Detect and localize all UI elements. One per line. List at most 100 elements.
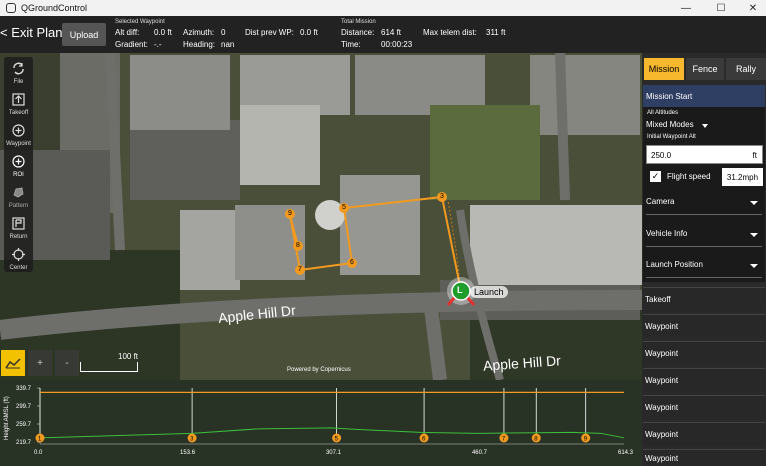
heading-label: Heading: [183, 40, 216, 49]
tab-fence[interactable]: Fence [686, 58, 724, 80]
app-icon [6, 3, 16, 13]
list-item[interactable]: Waypoint [643, 314, 765, 338]
gradient-value: -.- [154, 40, 162, 49]
section-launch-position-label: Launch Position [646, 260, 703, 269]
window-title: QGroundControl [21, 3, 88, 13]
zoom-in-button[interactable]: + [28, 350, 52, 376]
tool-return-label: Return [9, 234, 28, 240]
heading-value: nan [221, 40, 235, 49]
selected-waypoint-title: Selected Waypoint [115, 19, 165, 25]
all-altitudes-label: All Altitudes [647, 110, 679, 116]
sync-icon [13, 62, 24, 75]
scale-bar [80, 362, 138, 372]
section-vehicle-info-label: Vehicle Info [646, 229, 688, 238]
waypoint-marker-6[interactable]: 6 [347, 258, 357, 268]
tab-rally[interactable]: Rally [726, 58, 766, 80]
crosshair-icon [12, 248, 25, 261]
altitude-chart: Height AMSL (ft) 339.7 299.7 259.7 219.70.0 1… [4, 386, 634, 456]
altitude-mode-dropdown[interactable]: Mixed Modes [646, 120, 716, 132]
list-item[interactable]: Waypoint [643, 422, 765, 446]
tool-waypoint-label: Waypoint [6, 141, 31, 147]
tab-mission[interactable]: Mission [644, 58, 684, 80]
takeoff-icon [12, 93, 25, 106]
time-label: Time: [341, 40, 361, 49]
checkmark-icon: ✓ [651, 171, 660, 181]
list-item[interactable]: Waypoint [643, 395, 765, 419]
chevron-down-icon [702, 124, 708, 128]
dist-prev-value: 0.0 ft [300, 28, 318, 37]
initial-wp-alt-label: Initial Waypoint Alt [647, 134, 696, 140]
close-button[interactable]: ✕ [738, 0, 766, 16]
return-icon [12, 217, 25, 230]
list-item[interactable]: Waypoint [643, 449, 765, 466]
tool-return[interactable]: Return [4, 214, 33, 244]
altitude-chart-toggle[interactable] [1, 350, 25, 376]
alt-diff-label: Alt diff: [115, 28, 140, 37]
map-attribution: Powered by Copernicus [287, 367, 351, 373]
distance-value: 614 ft [381, 28, 402, 37]
upload-button[interactable]: Upload [62, 23, 106, 46]
tool-pattern[interactable]: Pattern [4, 183, 33, 213]
pattern-icon [13, 187, 24, 198]
list-item[interactable]: Waypoint [643, 368, 765, 392]
launch-marker[interactable]: L [457, 285, 463, 295]
plus-circle-icon [12, 155, 25, 168]
tool-waypoint[interactable]: Waypoint [4, 121, 33, 151]
initial-wp-alt-field[interactable]: 250.0 ft [646, 145, 763, 164]
x-tick-label: 614.3 [618, 450, 634, 456]
gradient-label: Gradient: [115, 40, 148, 49]
list-item[interactable]: Waypoint [643, 341, 765, 365]
y-tick-label: 259.7 [16, 422, 32, 428]
altitude-mode-value: Mixed Modes [646, 120, 694, 129]
flight-speed-field[interactable]: 31.2mph [722, 168, 763, 186]
waypoint-marker-8[interactable]: 8 [293, 241, 303, 251]
launch-label: Launch [470, 286, 508, 298]
map-imagery [0, 53, 642, 380]
max-telem-value: 311 ft [486, 28, 506, 37]
mission-start-header[interactable]: Mission Start [643, 85, 765, 107]
max-telem-label: Max telem dist: [423, 28, 477, 37]
waypoint-marker-9[interactable]: 9 [285, 209, 295, 219]
chevron-down-icon [750, 233, 758, 237]
maximize-button[interactable]: ☐ [706, 0, 736, 16]
tool-takeoff[interactable]: Takeoff [4, 90, 33, 120]
altitude-profile: Height AMSL (ft) 339.7 299.7 259.7 219.7 0.0 1… [0, 380, 642, 466]
y-axis-label: Height AMSL (ft) [4, 396, 10, 440]
tool-roi-label: ROI [13, 172, 24, 178]
waypoint-marker-5[interactable]: 5 [339, 203, 349, 213]
plus-circle-icon [12, 124, 25, 137]
x-tick-label: 307.1 [326, 450, 342, 456]
tool-center-label: Center [9, 265, 28, 271]
azimuth-value: 0 [221, 28, 226, 37]
section-launch-position[interactable]: Launch Position [646, 260, 762, 278]
distance-label: Distance: [341, 28, 375, 37]
section-camera[interactable]: Camera [646, 197, 762, 215]
tool-pattern-label: Pattern [8, 203, 29, 209]
section-camera-label: Camera [646, 197, 675, 206]
waypoint-marker-7[interactable]: 7 [295, 265, 305, 275]
qgc-window: { "window": { "title": "QGroundControl",… [0, 0, 766, 466]
tool-roi[interactable]: ROI [4, 152, 33, 182]
scale-label: 100 ft [118, 352, 139, 361]
waypoint-marker-3[interactable]: 3 [437, 192, 447, 202]
flight-speed-checkbox[interactable]: ✓ [650, 171, 661, 182]
x-tick-label: 153.6 [180, 450, 196, 456]
plan-tabs: Mission Fence Rally [642, 58, 766, 80]
y-tick-label: 299.7 [16, 404, 32, 410]
tool-center[interactable]: Center [4, 245, 33, 275]
section-vehicle-info[interactable]: Vehicle Info [646, 229, 762, 247]
tool-file[interactable]: File [4, 59, 33, 89]
total-mission-title: Total Mission [341, 19, 376, 25]
zoom-out-button[interactable]: - [55, 350, 79, 376]
minimize-button[interactable]: — [671, 0, 701, 16]
map-control-strip: + - [1, 350, 79, 376]
y-tick-label: 339.7 [16, 386, 32, 392]
initial-wp-alt-value: 250.0 [651, 151, 672, 160]
dist-prev-label: Dist prev WP: [245, 28, 294, 37]
exit-plan-button[interactable]: < Exit Plan [0, 25, 63, 40]
satellite-map[interactable]: Apple Hill Dr Apple Hill Dr L Launch 3 5… [0, 53, 642, 380]
alt-diff-value: 0.0 ft [154, 28, 172, 37]
x-tick-label: 0.0 [34, 450, 43, 456]
x-tick-label: 460.7 [472, 450, 488, 456]
list-item[interactable]: Takeoff [643, 287, 765, 311]
